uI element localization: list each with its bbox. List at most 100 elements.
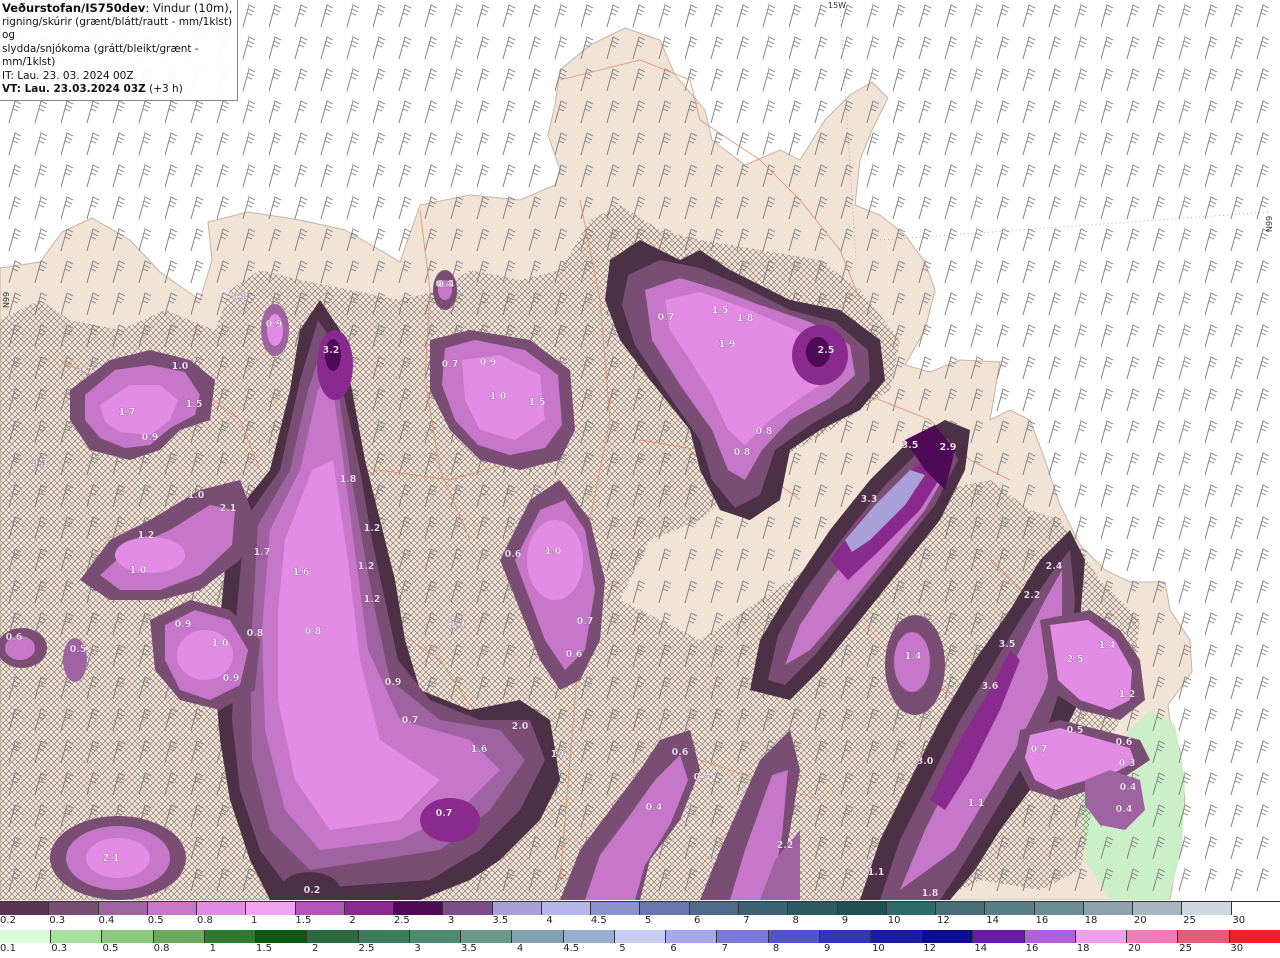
- precip-value-label: 1.7: [254, 547, 271, 558]
- precip-value-label: 2.5: [1067, 654, 1084, 665]
- scale-cell: [936, 902, 986, 915]
- scale-label: 8: [772, 943, 780, 954]
- scale-label: 18: [1084, 915, 1098, 926]
- scale-label: 10: [872, 943, 885, 954]
- precip-value-label: 1.8: [922, 888, 939, 899]
- scale-label: 2.5: [393, 915, 410, 926]
- precip-value-label: 0.7: [436, 808, 453, 819]
- scale-label: 14: [986, 915, 999, 926]
- model-source: Veðurstofan/IS750dev: [2, 1, 146, 15]
- scale-cell: [1034, 902, 1084, 915]
- scale-cell: [344, 902, 395, 915]
- scale-label: 12: [923, 943, 936, 954]
- precip-value-label: 0.6: [505, 549, 522, 560]
- precip-value-label: 0.5: [1067, 725, 1084, 736]
- scale-cell: [98, 902, 148, 915]
- precip-value-label: 2.2: [777, 840, 794, 851]
- scale-label: 0.3: [51, 943, 68, 954]
- scale-label: 3.5: [492, 915, 509, 926]
- scale-label: 0.4: [98, 915, 115, 926]
- scale-cell: [689, 902, 739, 915]
- scale-cell: [147, 902, 198, 915]
- scale-cell: [492, 902, 542, 915]
- valid-time: VT: Lau. 23.03.2024 03Z (+3 h): [2, 83, 234, 97]
- precip-value-label: 3.6: [982, 681, 999, 692]
- precip-value-label: 1.4: [1099, 640, 1116, 651]
- scale-label: 10: [887, 915, 901, 926]
- valid-time-offset: (+3 h): [149, 83, 183, 95]
- scale-label: 4.5: [590, 915, 607, 926]
- scale-label: 16: [1025, 943, 1039, 954]
- precip-value-label: 2.9: [940, 442, 957, 453]
- scale-label: 2.5: [358, 943, 375, 954]
- scale-cell: [591, 902, 641, 915]
- precip-value-label: 1.5: [529, 397, 546, 408]
- initial-time: IT: Lau. 23. 03. 2024 00Z: [2, 69, 134, 82]
- scale-cell: [246, 902, 296, 915]
- weather-map: 3.2 1.0 1.7 1.5 1.7 0.9 0.9 0.8 0.3 0.4 0.7 0.9 1.0 1…: [0, 0, 1280, 900]
- scale-cell: [204, 930, 257, 943]
- precip-value-label: 2.0: [512, 721, 529, 732]
- scale-cell: [1182, 902, 1232, 915]
- rain-scale-labels: 0.1 0.3 0.5 0.8 1 1.5 2 2.5 3 3.5 4 4.5 5 6 7 8 9 10 12 14 1…: [0, 943, 1280, 957]
- scale-cell: [512, 930, 564, 943]
- title-rest: : Vindur (10m),: [145, 1, 233, 15]
- scale-label: 20: [1133, 915, 1147, 926]
- precip-value-label: 1.7: [119, 407, 136, 418]
- scale-label: 5: [619, 943, 626, 954]
- scale-cell: [1024, 930, 1076, 943]
- scale-cell: [985, 902, 1035, 915]
- precip-value-label: 3.3: [861, 494, 878, 505]
- scale-cell: [307, 930, 359, 943]
- precip-value-label: 0.9: [223, 673, 240, 684]
- precip-value-label: 0.7: [658, 312, 675, 323]
- scale-label: 4: [516, 943, 524, 954]
- precip-value-label: 0.7: [442, 359, 459, 370]
- scale-label: 5: [644, 915, 652, 926]
- scale-label: 3: [414, 943, 421, 954]
- precip-value-label: 0.8: [305, 626, 322, 637]
- snow-legend-text: slydda/snjókoma (grátt/bleikt/grænt - mm…: [2, 42, 199, 69]
- map-title: Veðurstofan/IS750dev: Vindur (10m),: [2, 1, 234, 16]
- rain-color-scale: [0, 930, 1280, 943]
- precip-value-label: 1.0: [490, 391, 507, 402]
- scale-cell: [1178, 930, 1230, 943]
- precip-value-label: 1.0: [172, 361, 189, 372]
- scale-label: 2: [349, 915, 356, 926]
- precip-value-label: 1.5: [712, 305, 729, 316]
- scale-label: 7: [721, 943, 728, 954]
- precip-value-label: 0.2: [304, 885, 321, 896]
- precip-value-label: 0.9: [480, 357, 497, 368]
- precip-value-label: 0.6: [672, 747, 689, 758]
- scale-cell: [394, 902, 444, 915]
- precip-value-label: 2.2: [1024, 590, 1041, 601]
- precip-value-label: 0.4: [438, 279, 455, 290]
- scale-cell: [788, 902, 838, 915]
- scale-label: 0.5: [147, 915, 164, 926]
- precip-value-label: 1.2: [1119, 689, 1136, 700]
- scale-label: 2: [312, 943, 319, 954]
- scale-label: 4: [546, 915, 553, 926]
- scale-cell: [197, 902, 247, 915]
- latitude-label-left: N99: [2, 292, 11, 308]
- scale-label: 4.5: [563, 943, 580, 954]
- precip-value-label: 1.0: [212, 638, 229, 649]
- scale-cell: [870, 930, 923, 943]
- precip-value-label: 0.8: [756, 426, 773, 437]
- precip-value-label: 0.7: [402, 715, 419, 726]
- precip-value-label: 0.7: [1031, 744, 1048, 755]
- scale-label: 9: [824, 943, 831, 954]
- scale-cell: [49, 902, 99, 915]
- precip-value-label: 0.8: [232, 292, 249, 303]
- scale-label: 1.5: [256, 943, 272, 954]
- scale-label: 9: [841, 915, 849, 926]
- scale-cell: [295, 902, 345, 915]
- precip-value-label: 0.3: [449, 620, 466, 631]
- precip-value-label: 2.1: [220, 503, 237, 514]
- scale-cell: [614, 930, 667, 943]
- precip-value-label: 0.9: [175, 619, 192, 630]
- scale-label: 18: [1076, 943, 1090, 954]
- precip-value-label: 1.2: [364, 523, 381, 534]
- scale-label: 30: [1230, 943, 1244, 954]
- scale-cell: [886, 902, 937, 915]
